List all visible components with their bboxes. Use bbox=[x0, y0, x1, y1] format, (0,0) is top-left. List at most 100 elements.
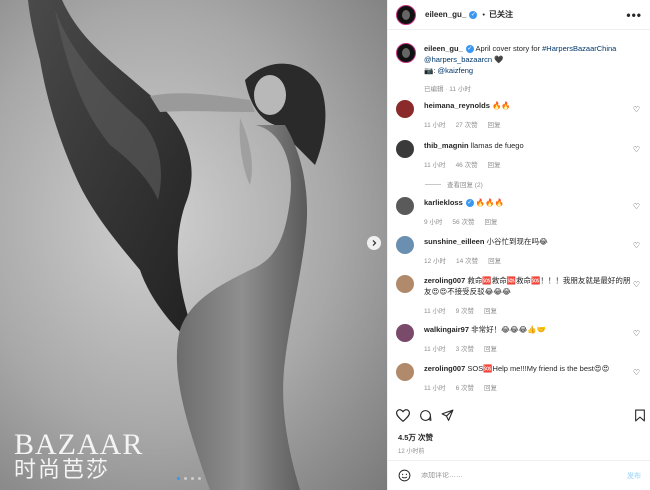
post-caption: eileen_gu_ ✓ April cover story for #Harpe… bbox=[396, 43, 641, 95]
save-bookmark-icon[interactable] bbox=[634, 409, 646, 422]
comment-row: walkingair97 非常好！😂😂😂👍🤝 11 小时 3 次赞 回复 ♡ bbox=[396, 324, 646, 353]
comment-username[interactable]: zeroling007 bbox=[424, 364, 465, 373]
comment-text: 小谷忙到现在吗😂 bbox=[486, 237, 548, 246]
verified-icon: ✓ bbox=[465, 45, 474, 54]
comment-username[interactable]: thib_magnin bbox=[424, 141, 469, 150]
like-comment-heart-icon[interactable]: ♡ bbox=[633, 280, 640, 289]
avatar[interactable] bbox=[396, 363, 414, 381]
replies-divider bbox=[425, 183, 441, 185]
hashtag-link[interactable]: #HarpersBazaarChina bbox=[542, 44, 616, 53]
caption-username[interactable]: eileen_gu_ bbox=[424, 44, 463, 53]
comment-likes[interactable]: 27 次赞 bbox=[456, 122, 478, 129]
avatar[interactable] bbox=[396, 100, 414, 118]
comment-likes[interactable]: 14 次赞 bbox=[456, 258, 478, 265]
reply-button[interactable]: 回复 bbox=[484, 219, 497, 226]
comment-text: 🔥🔥🔥 bbox=[475, 198, 504, 207]
header-separator: • bbox=[482, 10, 485, 19]
comment-row: heimana_reynolds 🔥🔥 11 小时 27 次赞 回复 ♡ bbox=[396, 100, 646, 129]
photo-artwork bbox=[28, 0, 326, 490]
comment-input[interactable] bbox=[421, 472, 627, 479]
reply-button[interactable]: 回复 bbox=[488, 162, 501, 169]
carousel-dot bbox=[177, 477, 180, 480]
comment-likes[interactable]: 9 次赞 bbox=[456, 308, 474, 315]
comment-text: llamas de fuego bbox=[470, 141, 524, 150]
photographer-link[interactable]: @kaizfeng bbox=[438, 66, 474, 75]
carousel-dot bbox=[184, 477, 187, 480]
carousel-dot bbox=[198, 477, 201, 480]
comment-row: thib_magnin llamas de fuego 11 小时 46 次赞 回复… bbox=[396, 140, 646, 169]
post-comment-button[interactable]: 发布 bbox=[627, 471, 641, 481]
post-time: 12 小时前 bbox=[398, 449, 425, 455]
avatar[interactable] bbox=[396, 140, 414, 158]
comment-icon[interactable] bbox=[419, 409, 432, 422]
like-comment-heart-icon[interactable]: ♡ bbox=[633, 368, 640, 377]
bazaar-watermark-cn: 时尚芭莎 bbox=[14, 458, 111, 483]
avatar[interactable] bbox=[396, 275, 414, 293]
verified-icon: ✓ bbox=[469, 10, 478, 19]
comment-username[interactable]: karliekloss bbox=[424, 198, 463, 207]
comment-row: sunshine_eilleen 小谷忙到现在吗😂 12 小时 14 次赞 回复 ♡ bbox=[396, 236, 646, 265]
comment-time: 9 小时 bbox=[424, 219, 443, 226]
next-photo-button[interactable] bbox=[367, 236, 381, 250]
share-icon[interactable] bbox=[441, 409, 454, 422]
more-options-button[interactable]: ••• bbox=[626, 8, 642, 22]
comments-list[interactable]: eileen_gu_ ✓ April cover story for #Harpe… bbox=[388, 30, 650, 397]
comment-row: zeroling007 救命🆘救命🆘救命🆘！！！我朋友就是最好的朋友😍😍不接受反… bbox=[396, 275, 646, 315]
caption-edited: 已编辑 bbox=[424, 86, 444, 93]
comment-text: 非常好！😂😂😂👍🤝 bbox=[471, 325, 547, 334]
avatar[interactable] bbox=[396, 324, 414, 342]
mention-link[interactable]: @harpers_bazaarcn bbox=[424, 55, 492, 64]
reply-button[interactable]: 回复 bbox=[484, 385, 497, 392]
avatar[interactable] bbox=[396, 197, 414, 215]
like-comment-heart-icon[interactable]: ♡ bbox=[633, 329, 640, 338]
header-username[interactable]: eileen_gu_ bbox=[425, 10, 466, 19]
like-comment-heart-icon[interactable]: ♡ bbox=[633, 105, 640, 114]
comment-time: 11 小时 bbox=[424, 162, 446, 169]
view-replies-label: 查看回复 (2) bbox=[447, 182, 483, 189]
avatar[interactable] bbox=[396, 43, 416, 63]
caption-text: April cover story for bbox=[473, 44, 543, 53]
bazaar-watermark: BAZAAR bbox=[14, 428, 144, 461]
avatar[interactable] bbox=[396, 236, 414, 254]
comment-text: SOS🆘Help me!!!My friend is the best😍😍 bbox=[467, 364, 610, 373]
camera-emoji: 📷 bbox=[424, 66, 434, 75]
reply-button[interactable]: 回复 bbox=[484, 308, 497, 315]
like-comment-heart-icon[interactable]: ♡ bbox=[633, 202, 640, 211]
likes-count[interactable]: 4.5万 次赞 bbox=[398, 432, 433, 443]
comment-text: 🔥🔥 bbox=[491, 101, 511, 110]
emoji-icon[interactable] bbox=[398, 469, 411, 482]
view-replies-button[interactable]: 查看回复 (2) bbox=[425, 179, 483, 189]
comment-username[interactable]: heimana_reynolds bbox=[424, 101, 490, 110]
comment-username[interactable]: walkingair97 bbox=[424, 325, 469, 334]
comment-time: 11 小时 bbox=[424, 308, 446, 315]
add-comment-bar: 发布 bbox=[388, 460, 650, 490]
post-photo[interactable]: BAZAAR 时尚芭莎 bbox=[0, 0, 387, 490]
carousel-dots bbox=[177, 477, 201, 480]
caption-time: 11 小时 bbox=[449, 86, 471, 93]
caption-meta-dot: · bbox=[445, 86, 448, 93]
comment-likes[interactable]: 46 次赞 bbox=[456, 162, 478, 169]
reply-button[interactable]: 回复 bbox=[488, 122, 501, 129]
like-comment-heart-icon[interactable]: ♡ bbox=[633, 145, 640, 154]
comment-time: 11 小时 bbox=[424, 385, 446, 392]
carousel-dot bbox=[191, 477, 194, 480]
comment-time: 11 小时 bbox=[424, 122, 446, 129]
heart-emoji: 🖤 bbox=[494, 55, 504, 64]
comment-time: 11 小时 bbox=[424, 346, 446, 353]
reply-button[interactable]: 回复 bbox=[484, 346, 497, 353]
comment-likes[interactable]: 56 次赞 bbox=[452, 219, 474, 226]
comment-username[interactable]: zeroling007 bbox=[424, 276, 465, 285]
like-comment-heart-icon[interactable]: ♡ bbox=[633, 241, 640, 250]
reply-button[interactable]: 回复 bbox=[488, 258, 501, 265]
comment-likes[interactable]: 3 次赞 bbox=[456, 346, 474, 353]
comment-row: zeroling007 SOS🆘Help me!!!My friend is t… bbox=[396, 363, 646, 392]
post-side-panel: eileen_gu_ ✓ • 已关注 ••• eileen_gu_ ✓ April… bbox=[387, 0, 650, 490]
comment-likes[interactable]: 6 次赞 bbox=[456, 385, 474, 392]
avatar[interactable] bbox=[396, 4, 416, 25]
post-header: eileen_gu_ ✓ • 已关注 ••• bbox=[388, 0, 650, 30]
like-heart-icon[interactable] bbox=[396, 408, 410, 422]
chevron-right-icon bbox=[372, 240, 377, 246]
comment-username[interactable]: sunshine_eilleen bbox=[424, 237, 484, 246]
following-button[interactable]: 已关注 bbox=[489, 9, 513, 20]
caption-separator: : bbox=[433, 66, 436, 75]
